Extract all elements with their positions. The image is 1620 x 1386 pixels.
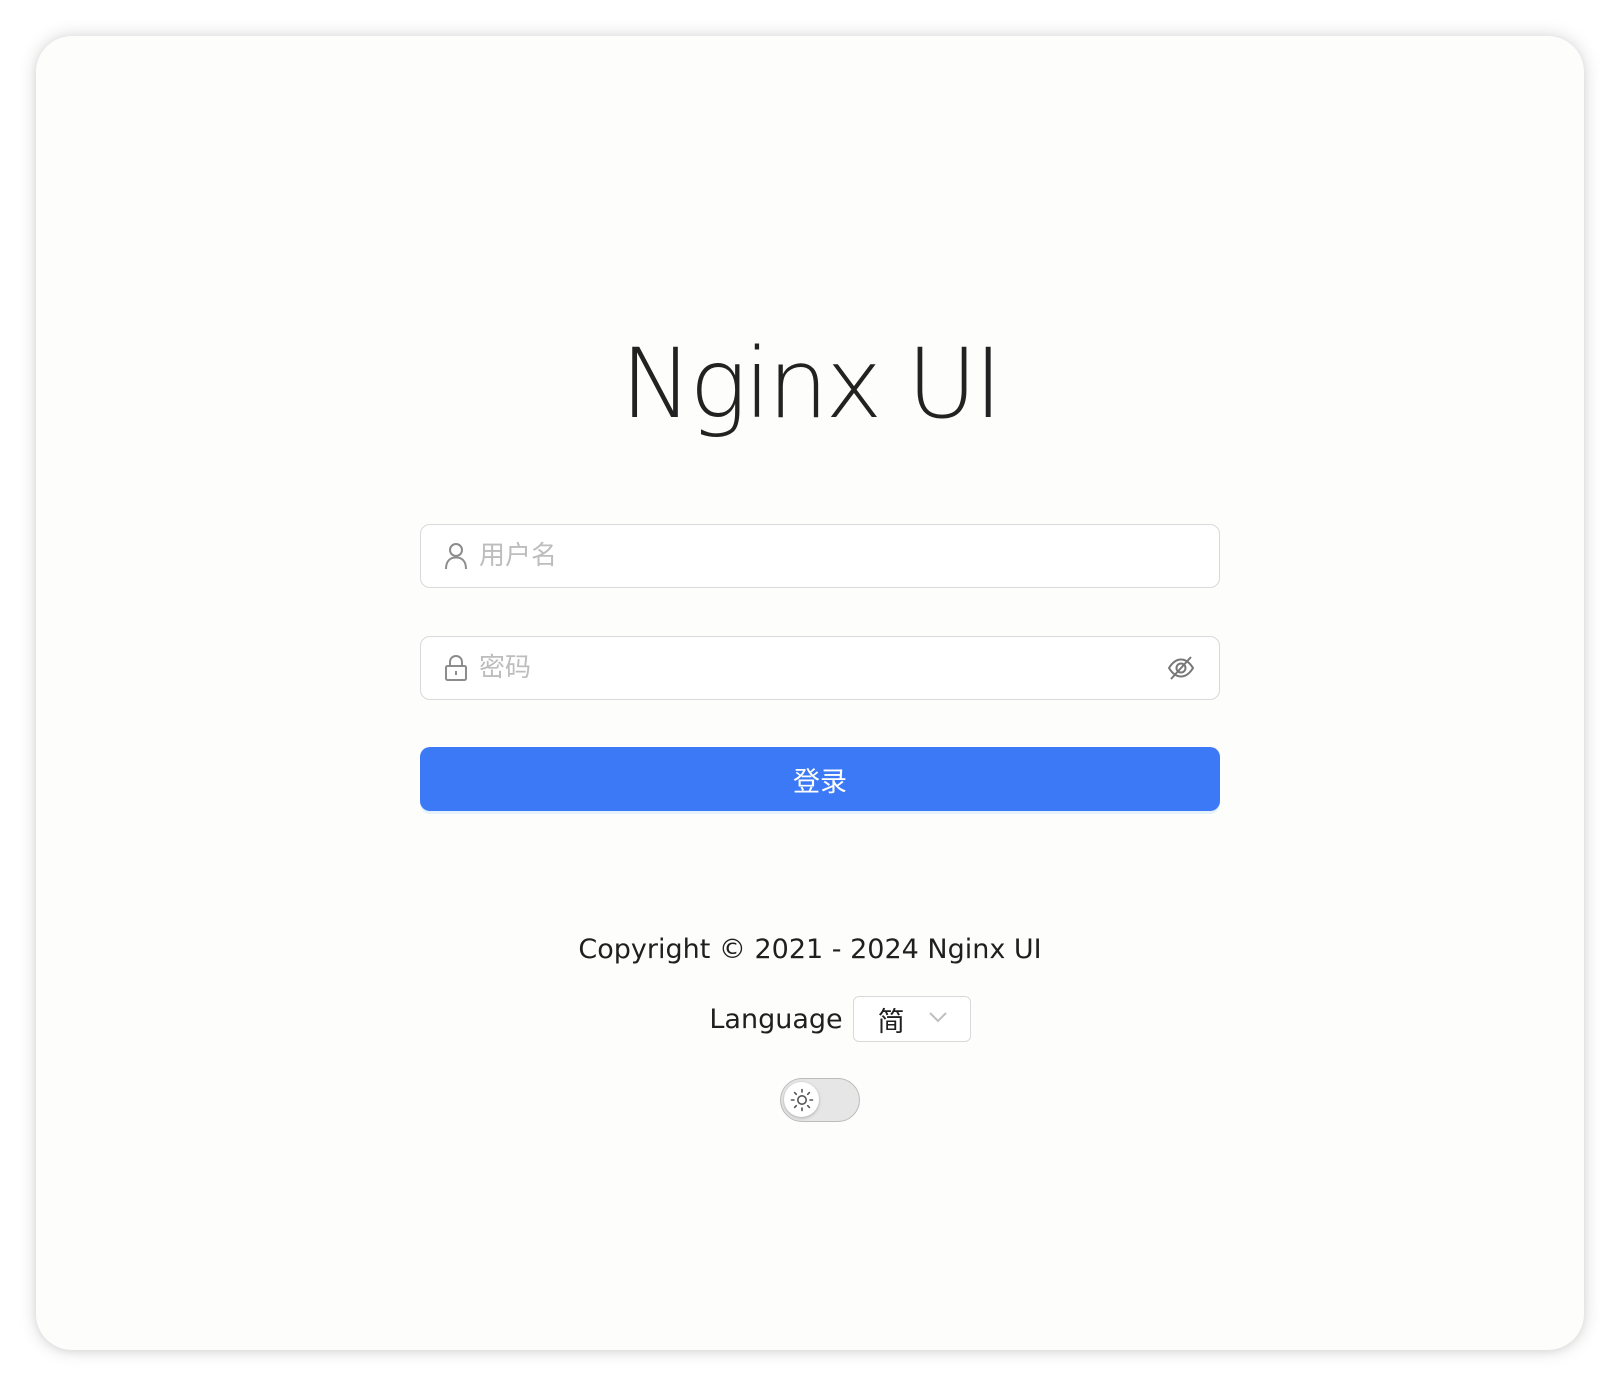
language-selected-value: 简	[877, 1006, 905, 1038]
sun-icon	[784, 1082, 819, 1117]
app-title: Nginx UI	[620, 328, 1003, 440]
language-label: Language	[709, 1003, 843, 1035]
password-input[interactable]	[479, 637, 1165, 699]
theme-toggle[interactable]	[780, 1078, 860, 1122]
copyright-text: Copyright © 2021 - 2024 Nginx UI	[578, 934, 1042, 965]
username-field[interactable]	[420, 524, 1220, 588]
lock-icon	[443, 653, 469, 683]
user-icon	[443, 541, 469, 571]
username-input[interactable]	[479, 525, 1197, 587]
eye-invisible-icon[interactable]	[1165, 652, 1197, 684]
login-button[interactable]: 登录	[420, 747, 1220, 811]
language-row: Language 简	[36, 996, 1584, 1042]
login-window: Nginx UI 登录 Copyright © 20	[36, 36, 1584, 1350]
language-select[interactable]: 简	[852, 996, 971, 1042]
password-field[interactable]	[420, 636, 1220, 700]
chevron-down-icon	[928, 1010, 948, 1029]
